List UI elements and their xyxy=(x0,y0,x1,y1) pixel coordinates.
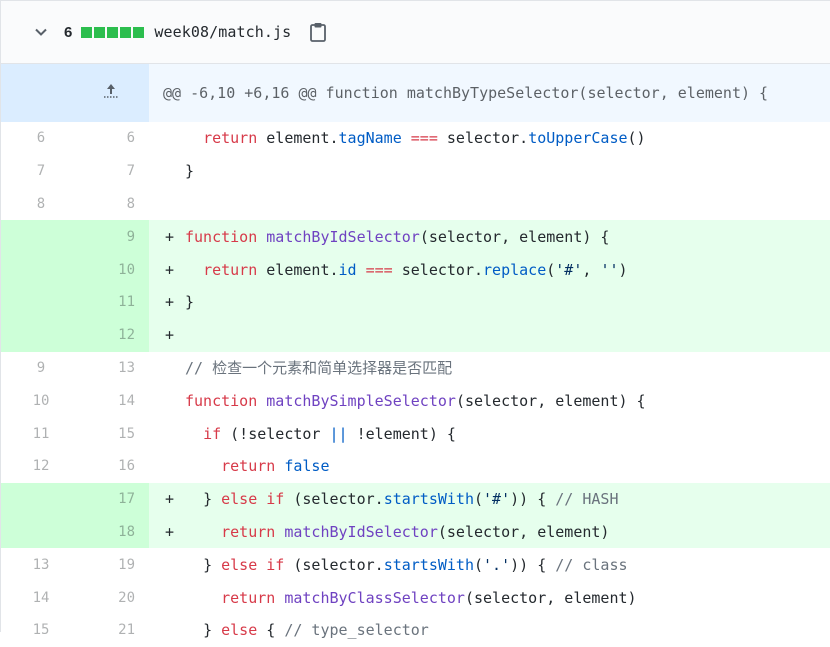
code-line: } else { // type_selector xyxy=(203,621,429,640)
diff-line-added: 17 + } else if (selector.startsWith('#')… xyxy=(1,482,830,516)
new-line-number[interactable]: 14 xyxy=(81,384,149,417)
diff-line: 14 20 return matchByClassSelector(select… xyxy=(1,581,830,614)
code-line: function matchBySimpleSelector(selector,… xyxy=(185,391,646,410)
old-line-number xyxy=(1,253,81,286)
diff-line-added: 12 + xyxy=(1,318,830,352)
code-line: } else if (selector.startsWith('.')) { /… xyxy=(203,555,628,574)
diffstat-block xyxy=(81,26,93,38)
code-line: + return element.id === selector.replace… xyxy=(149,253,830,286)
file-header: 6 week08/match.js xyxy=(1,1,830,64)
old-line-number[interactable]: 6 xyxy=(1,122,81,155)
diff-table: @@ -6,10 +6,16 @@ function matchByTypeSe… xyxy=(1,64,830,647)
new-line-number[interactable]: 15 xyxy=(81,417,149,450)
old-line-number xyxy=(1,482,81,516)
diffstat-block xyxy=(120,26,132,38)
old-line-number[interactable]: 9 xyxy=(1,352,81,385)
diff-line: 7 7 } xyxy=(1,155,830,188)
diff-line: 6 6 return element.tagName === selector.… xyxy=(1,122,830,155)
old-line-number[interactable]: 11 xyxy=(1,417,81,450)
code-line xyxy=(149,188,830,221)
diff-line: 11 15 if (!selector || !element) { xyxy=(1,417,830,450)
code-line: +} xyxy=(149,285,830,319)
diff-line-added: 18 + return matchByIdSelector(selector, … xyxy=(1,515,830,549)
code-line: + } else if (selector.startsWith('#')) {… xyxy=(149,482,830,516)
diffstat-block xyxy=(107,26,119,38)
code-line: if (!selector || !element) { xyxy=(203,424,456,443)
new-line-number[interactable]: 16 xyxy=(81,450,149,483)
new-line-number[interactable]: 7 xyxy=(81,155,149,188)
diffstat-block xyxy=(94,26,106,38)
new-line-number[interactable]: 9 xyxy=(81,220,149,254)
old-line-number[interactable]: 13 xyxy=(1,548,81,581)
hunk-header: @@ -6,10 +6,16 @@ function matchByTypeSe… xyxy=(149,64,830,122)
new-line-number[interactable]: 19 xyxy=(81,548,149,581)
diff-line: 15 21 } else { // type_selector xyxy=(1,614,830,647)
new-line-number[interactable]: 20 xyxy=(81,581,149,614)
diff-line: 13 19 } else if (selector.startsWith('.'… xyxy=(1,548,830,581)
code-line: + function matchByIdSelector(selector, el… xyxy=(149,220,830,254)
file-path-link[interactable]: week08/match.js xyxy=(154,23,291,41)
old-line-number[interactable]: 15 xyxy=(1,614,81,647)
old-line-number xyxy=(1,318,81,352)
old-line-number xyxy=(1,515,81,549)
diffstat-block xyxy=(133,26,145,38)
code-line: // 检查一个元素和简单选择器是否匹配 xyxy=(185,359,453,378)
old-line-number[interactable]: 8 xyxy=(1,188,81,221)
diff-line: 10 14 function matchBySimpleSelector(sel… xyxy=(1,384,830,417)
change-count: 6 xyxy=(64,23,73,41)
clipboard-icon[interactable] xyxy=(309,22,327,42)
diff-line: 9 13 // 检查一个元素和简单选择器是否匹配 xyxy=(1,352,830,385)
code-line: + xyxy=(149,318,830,352)
old-line-number[interactable]: 10 xyxy=(1,384,81,417)
old-line-number xyxy=(1,285,81,319)
new-line-number[interactable]: 10 xyxy=(81,253,149,286)
old-line-number xyxy=(1,220,81,254)
diff-line-added: 9 + function matchByIdSelector(selector, … xyxy=(1,220,830,254)
expand-up-icon[interactable] xyxy=(1,64,149,122)
new-line-number[interactable]: 12 xyxy=(81,318,149,352)
code-line: } xyxy=(185,162,195,181)
new-line-number[interactable]: 8 xyxy=(81,188,149,221)
new-line-number[interactable]: 11 xyxy=(81,285,149,319)
diff-line-added: 11 +} xyxy=(1,285,830,319)
diff-line-added: 10 + return element.id === selector.repl… xyxy=(1,253,830,286)
hunk-row: @@ -6,10 +6,16 @@ function matchByTypeSe… xyxy=(1,64,830,122)
new-line-number[interactable]: 21 xyxy=(81,614,149,647)
new-line-number[interactable]: 13 xyxy=(81,352,149,385)
new-line-number[interactable]: 18 xyxy=(81,515,149,549)
diff-line: 8 8 xyxy=(1,188,830,221)
diff-file: 6 week08/match.js @@ -6,10 +6,16 @@ func… xyxy=(0,0,830,639)
code-line: return matchByClassSelector(selector, el… xyxy=(221,588,637,607)
new-line-number[interactable]: 17 xyxy=(81,482,149,516)
code-line: return element.tagName === selector.toUp… xyxy=(203,129,646,148)
code-line: return false xyxy=(221,457,330,476)
old-line-number[interactable]: 12 xyxy=(1,450,81,483)
code-line: + return matchByIdSelector(selector, ele… xyxy=(149,515,830,549)
old-line-number[interactable]: 7 xyxy=(1,155,81,188)
diffstat xyxy=(81,26,146,38)
new-line-number[interactable]: 6 xyxy=(81,122,149,155)
chevron-down-icon[interactable] xyxy=(33,24,49,40)
diff-line: 12 16 return false xyxy=(1,450,830,483)
old-line-number[interactable]: 14 xyxy=(1,581,81,614)
